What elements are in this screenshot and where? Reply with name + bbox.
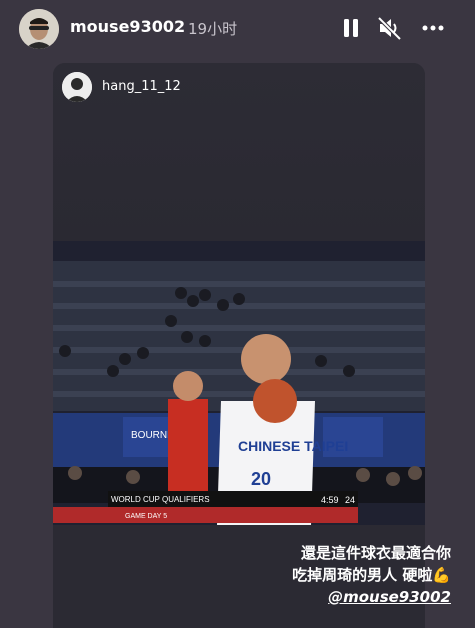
timestamp: 19小时 xyxy=(188,20,238,38)
avatar-image xyxy=(19,9,59,49)
pause-icon xyxy=(344,19,358,37)
banner-text: BOURNE xyxy=(131,430,174,441)
post-author-avatar[interactable] xyxy=(62,72,92,102)
jersey-number: 20 xyxy=(251,469,271,489)
scoreboard-label: WORLD CUP QUALIFIERS xyxy=(111,495,210,504)
story-caption: 還是這件球衣最適合你 吃掉周琦的男人 硬啦💪 @mouse93002 xyxy=(292,542,451,608)
pause-button[interactable] xyxy=(337,14,365,42)
post-author-username[interactable]: hang_11_12 xyxy=(102,79,181,94)
jersey-text: CHINESE TAIPEI xyxy=(238,438,348,454)
scoreboard-subtitle: GAME DAY 5 xyxy=(125,513,167,520)
post-avatar-image xyxy=(62,72,92,102)
user-avatar[interactable] xyxy=(19,9,59,49)
video-frame[interactable]: BOURNE CHINESE TAIPEI 20 WORLD CUP QUALI… xyxy=(53,241,425,525)
shot-clock: 24 xyxy=(345,495,355,505)
mute-button[interactable] xyxy=(376,14,404,42)
muted-speaker-icon xyxy=(377,16,402,41)
scoreboard-clock: 4:59 xyxy=(321,495,339,505)
caption-line-2: 吃掉周琦的男人 硬啦💪 xyxy=(292,566,451,584)
more-dots-icon xyxy=(422,25,444,31)
more-options-button[interactable] xyxy=(419,14,447,42)
username[interactable]: mouse93002 xyxy=(70,17,185,36)
story-header: mouse93002 19小时 xyxy=(0,0,475,58)
basketball-scene: BOURNE CHINESE TAIPEI 20 WORLD CUP QUALI… xyxy=(53,241,425,525)
mention-link[interactable]: @mouse93002 xyxy=(292,586,451,608)
caption-line-1: 還是這件球衣最適合你 xyxy=(300,544,451,562)
